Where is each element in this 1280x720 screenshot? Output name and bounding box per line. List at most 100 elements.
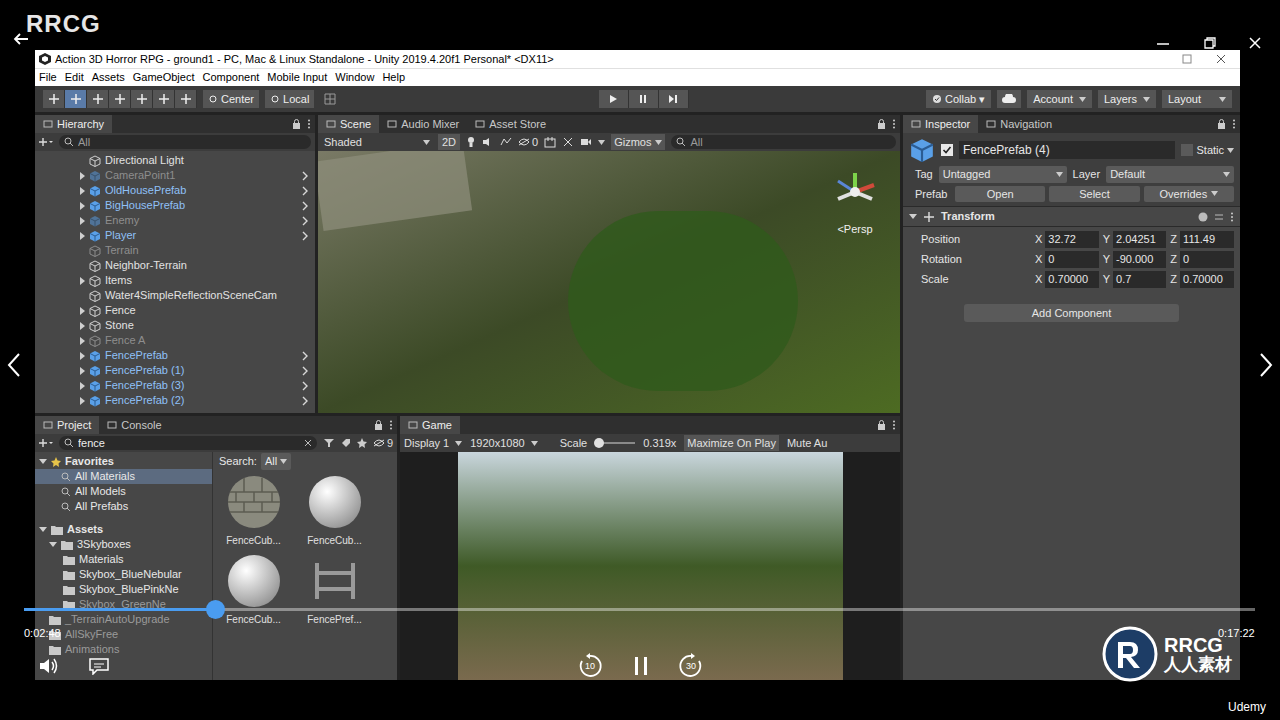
rewind-button[interactable]: 10 — [577, 653, 603, 679]
static-checkbox[interactable] — [1181, 144, 1193, 156]
menu-item[interactable]: Assets — [92, 69, 125, 86]
captions-button[interactable] — [88, 657, 110, 682]
asset-tile[interactable]: FenceCub... — [300, 473, 369, 548]
hierarchy-row[interactable]: Directional Light — [35, 153, 315, 168]
number-field[interactable]: 0.70000 — [1045, 271, 1098, 288]
hierarchy-row[interactable]: Enemy — [35, 213, 315, 228]
hierarchy-row[interactable]: FencePrefab — [35, 348, 315, 363]
expand-toggle[interactable] — [75, 277, 89, 285]
number-field[interactable]: 0 — [1045, 251, 1098, 268]
number-field[interactable]: -90.000 — [1113, 251, 1166, 268]
project-search-input[interactable] — [78, 435, 300, 452]
expand-toggle[interactable] — [75, 322, 89, 330]
panel-tab[interactable]: Console — [99, 416, 169, 434]
favorite-item[interactable]: All Models — [35, 484, 212, 499]
hierarchy-row[interactable]: Player — [35, 228, 315, 243]
rect-tool-button[interactable] — [131, 90, 153, 108]
rotate-tool-button[interactable] — [87, 90, 109, 108]
hierarchy-row[interactable]: FencePrefab (1) — [35, 363, 315, 378]
hierarchy-row[interactable]: Items — [35, 273, 315, 288]
number-field[interactable]: 32.72 — [1045, 231, 1098, 248]
expand-toggle[interactable] — [75, 352, 89, 360]
layout-dropdown[interactable]: Layout — [1162, 90, 1232, 108]
asset-folder[interactable]: _TerrainAutoUpgrade — [35, 612, 212, 627]
panel-tab[interactable]: Asset Store — [467, 115, 554, 133]
menu-item[interactable]: Component — [202, 69, 259, 86]
hierarchy-row[interactable]: Stone — [35, 318, 315, 333]
hidden-objects-toggle[interactable]: 0 — [518, 134, 538, 151]
hierarchy-row[interactable]: Fence A — [35, 333, 315, 348]
progress-knob[interactable] — [206, 600, 225, 619]
asset-tile[interactable]: FencePref... — [300, 552, 369, 627]
asset-tile[interactable]: FenceCub... — [219, 473, 288, 548]
space-button[interactable]: Local — [265, 90, 314, 108]
pivot-button[interactable]: Center — [203, 90, 259, 108]
play-button[interactable] — [599, 90, 629, 108]
expand-toggle[interactable] — [75, 187, 89, 195]
panel-tab[interactable]: Project — [35, 416, 99, 434]
component-header[interactable]: Transform — [903, 207, 1240, 227]
static-toggle[interactable]: Static — [1181, 142, 1234, 159]
prefab-open-button[interactable]: Open — [955, 186, 1045, 203]
hand-tool-button[interactable] — [43, 90, 65, 108]
minimize-window-button[interactable] — [1155, 34, 1171, 50]
asset-tile[interactable]: FenceCub... — [219, 552, 288, 627]
panel-tab[interactable]: Hierarchy — [35, 115, 112, 133]
expand-toggle[interactable] — [75, 382, 89, 390]
transform-tool-button[interactable] — [153, 90, 175, 108]
forward-button[interactable]: 30 — [678, 653, 704, 679]
asset-folder[interactable]: Materials — [35, 552, 212, 567]
expand-toggle[interactable] — [75, 217, 89, 225]
hierarchy-row[interactable]: Neighbor-Terrain — [35, 258, 315, 273]
gizmos-dropdown[interactable]: Gizmos — [611, 134, 665, 151]
maximize-on-play-toggle[interactable]: Maximize On Play — [684, 435, 779, 452]
expand-toggle[interactable] — [75, 232, 89, 240]
resolution-dropdown[interactable]: 1920x1080 — [470, 435, 537, 452]
panel-tab[interactable]: Game — [400, 416, 460, 434]
asset-folder[interactable]: Skybox_BluePinkNe — [35, 582, 212, 597]
favorite-item[interactable]: All Materials — [35, 469, 212, 484]
play-pause-button[interactable] — [632, 655, 650, 677]
panel-tab[interactable]: Inspector — [903, 115, 978, 133]
panel-tab[interactable]: Navigation — [978, 115, 1060, 133]
scale-slider[interactable] — [595, 442, 635, 444]
next-button[interactable] — [1258, 352, 1274, 385]
asset-folder[interactable]: Skybox_BlueNebular — [35, 567, 212, 582]
panel-tab[interactable]: Audio Mixer — [379, 115, 467, 133]
restore-window-button[interactable] — [1202, 34, 1218, 50]
progress-bar[interactable] — [24, 608, 1255, 611]
layer-dropdown[interactable]: Default — [1106, 166, 1234, 183]
back-button[interactable] — [12, 30, 32, 50]
hierarchy-row[interactable]: CameraPoint1 — [35, 168, 315, 183]
prefab-select-button[interactable]: Select — [1049, 186, 1139, 203]
previous-button[interactable] — [6, 352, 22, 385]
move-tool-button[interactable] — [65, 90, 87, 108]
collab-button[interactable]: Collab ▾ — [926, 90, 991, 108]
asset-folder[interactable]: AllSkyFree — [35, 627, 212, 642]
number-field[interactable]: 0.7 — [1113, 271, 1166, 288]
close-window-button[interactable] — [1247, 34, 1263, 50]
number-field[interactable]: 2.04251 — [1113, 231, 1166, 248]
account-dropdown[interactable]: Account — [1027, 90, 1092, 108]
panel-tab[interactable]: Scene — [318, 115, 379, 133]
menu-item[interactable]: GameObject — [133, 69, 195, 86]
number-field[interactable]: 0.70000 — [1180, 271, 1234, 288]
custom-tool-button[interactable] — [175, 90, 197, 108]
expand-toggle[interactable] — [75, 397, 89, 405]
scale-tool-button[interactable] — [109, 90, 131, 108]
scope-dropdown[interactable]: All — [261, 453, 291, 470]
prefab-overrides-button[interactable]: Overrides — [1144, 186, 1234, 203]
hidden-packages-toggle[interactable]: 9 — [373, 435, 393, 452]
pause-button[interactable] — [629, 90, 659, 108]
scale-knob[interactable] — [594, 438, 604, 448]
hierarchy-search-input[interactable] — [78, 134, 306, 151]
name-field[interactable]: FencePrefab (4) — [959, 141, 1175, 159]
2d-toggle[interactable]: 2D — [438, 134, 460, 151]
asset-folder[interactable]: Animations — [35, 642, 212, 657]
scene-gizmo[interactable]: <Persp — [830, 167, 880, 238]
display-dropdown[interactable]: Display 1 — [404, 435, 462, 452]
step-button[interactable] — [659, 90, 689, 108]
tree-section-header[interactable]: Favorites — [35, 454, 212, 469]
menu-item[interactable]: File — [39, 69, 57, 86]
expand-toggle[interactable] — [75, 202, 89, 210]
